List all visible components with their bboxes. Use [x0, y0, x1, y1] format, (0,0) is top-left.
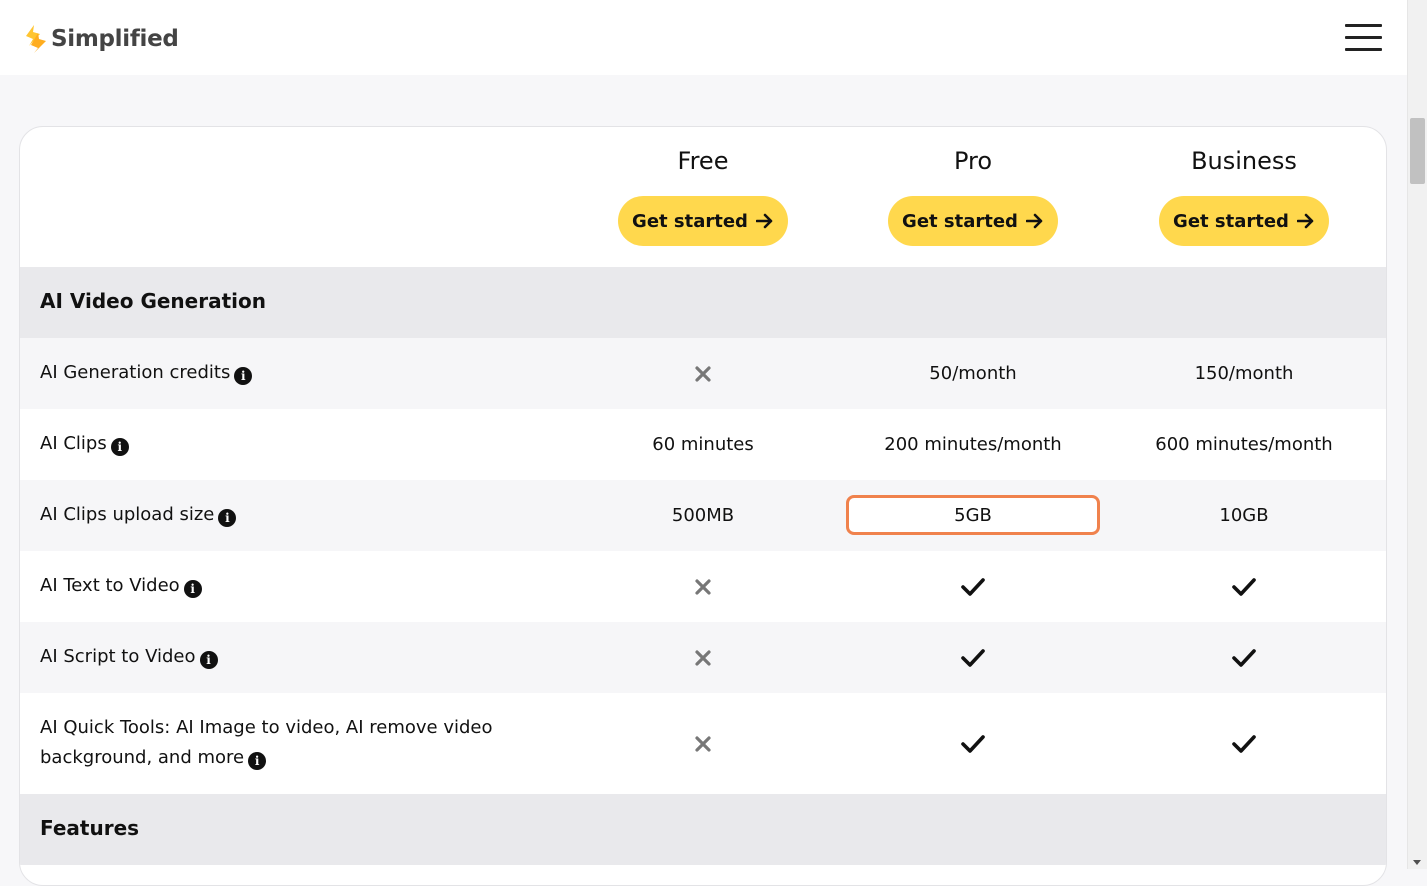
arrow-right-icon	[1296, 213, 1315, 229]
value-text: 5GB	[954, 505, 992, 526]
table-row: AI Text to Video i	[20, 551, 1386, 622]
page-scrollbar[interactable]	[1407, 0, 1427, 869]
arrow-right-icon	[1025, 213, 1044, 229]
free-value	[568, 338, 838, 409]
arrow-right-icon	[755, 213, 774, 229]
feature-label: AI Clips upload size i	[40, 500, 237, 530]
site-header: Simplified	[0, 0, 1407, 75]
button-label: Get started	[902, 210, 1018, 232]
value-text: 60 minutes	[652, 434, 754, 455]
table-row: AI Quick Tools: AI Image to video, AI re…	[20, 693, 1386, 794]
pro-value: 200 minutes/month	[838, 409, 1108, 480]
business-get-started-button[interactable]: Get started	[1159, 196, 1329, 246]
pro-value: 5GB	[838, 480, 1108, 551]
business-value	[1109, 622, 1379, 693]
info-icon[interactable]: i	[248, 752, 267, 770]
value-text: 200 minutes/month	[884, 434, 1062, 455]
free-value	[568, 622, 838, 693]
section-title: Features	[40, 816, 140, 840]
plan-name: Free	[677, 147, 729, 175]
business-value: 600 minutes/month	[1109, 409, 1379, 480]
pro-value: 50/month	[838, 338, 1108, 409]
pro-get-started-button[interactable]: Get started	[888, 196, 1058, 246]
feature-label: AI Script to Video i	[40, 642, 218, 672]
simplified-logo-icon	[26, 25, 46, 53]
feature-name: AI Script to Video	[40, 646, 196, 667]
free-value: 60 minutes	[568, 409, 838, 480]
info-icon[interactable]: i	[218, 509, 237, 527]
button-label: Get started	[632, 210, 748, 232]
table-row: AI Clips i 60 minutes 200 minutes/month 6…	[20, 409, 1386, 480]
table-row: AI Script to Video i	[20, 622, 1386, 693]
feature-label: AI Text to Video i	[40, 571, 202, 601]
plan-name: Pro	[953, 147, 993, 175]
feature-label: AI Generation credits i	[40, 358, 253, 388]
feature-label: AI Clips i	[40, 429, 129, 459]
check-icon	[961, 648, 985, 668]
feature-name: AI Generation credits	[40, 362, 231, 383]
section-title: AI Video Generation	[40, 289, 266, 313]
cross-icon	[694, 649, 712, 667]
business-value: 150/month	[1109, 338, 1379, 409]
check-icon	[1232, 734, 1256, 754]
check-icon	[961, 577, 985, 597]
free-value	[568, 693, 838, 794]
info-icon[interactable]: i	[183, 580, 202, 598]
check-icon	[1232, 577, 1256, 597]
section-header-ai-video-generation: AI Video Generation	[20, 267, 1386, 338]
business-value: 10GB	[1109, 480, 1379, 551]
business-value	[1109, 693, 1379, 794]
business-value	[1109, 551, 1379, 622]
check-icon	[961, 734, 985, 754]
info-icon[interactable]: i	[199, 651, 218, 669]
logo-text: Simplified	[51, 26, 179, 52]
pro-value	[838, 551, 1108, 622]
free-get-started-button[interactable]: Get started	[618, 196, 788, 246]
cross-icon	[694, 735, 712, 753]
feature-name-line2: background, and more	[40, 747, 245, 768]
table-row: AI Generation credits i 50/month 150/mont…	[20, 338, 1386, 409]
pricing-comparison-table: Free Get started Pro Get started Busines…	[19, 126, 1387, 886]
info-icon[interactable]: i	[234, 367, 253, 385]
feature-name: AI Clips upload size	[40, 504, 215, 525]
free-value	[568, 551, 838, 622]
plan-name: Business	[1191, 147, 1297, 175]
info-icon[interactable]: i	[110, 438, 129, 456]
simplified-logo[interactable]: Simplified	[24, 24, 179, 54]
pro-value	[838, 693, 1108, 794]
check-icon	[1232, 648, 1256, 668]
value-text: 500MB	[671, 505, 735, 526]
feature-label: AI Quick Tools: AI Image to video, AI re…	[40, 713, 493, 773]
cross-icon	[694, 578, 712, 596]
free-value: 500MB	[568, 480, 838, 551]
value-text: 50/month	[929, 363, 1017, 384]
feature-name: AI Clips	[40, 433, 107, 454]
feature-name-line2-wrap: background, and more i	[40, 743, 493, 773]
button-label: Get started	[1173, 210, 1289, 232]
scroll-down-arrow-icon[interactable]	[1413, 860, 1421, 865]
cross-icon	[694, 365, 712, 383]
feature-name-line1: AI Quick Tools: AI Image to video, AI re…	[40, 717, 493, 738]
value-text: 600 minutes/month	[1155, 434, 1333, 455]
pro-value	[838, 622, 1108, 693]
table-row: AI Clips upload size i 500MB 5GB 10GB	[20, 480, 1386, 551]
scrollbar-thumb[interactable]	[1410, 118, 1425, 184]
section-header-features: Features	[20, 794, 1386, 865]
value-text: 150/month	[1194, 363, 1294, 384]
feature-name: AI Text to Video	[40, 575, 180, 596]
hamburger-menu-icon[interactable]	[1345, 24, 1382, 52]
value-text: 10GB	[1219, 505, 1269, 526]
